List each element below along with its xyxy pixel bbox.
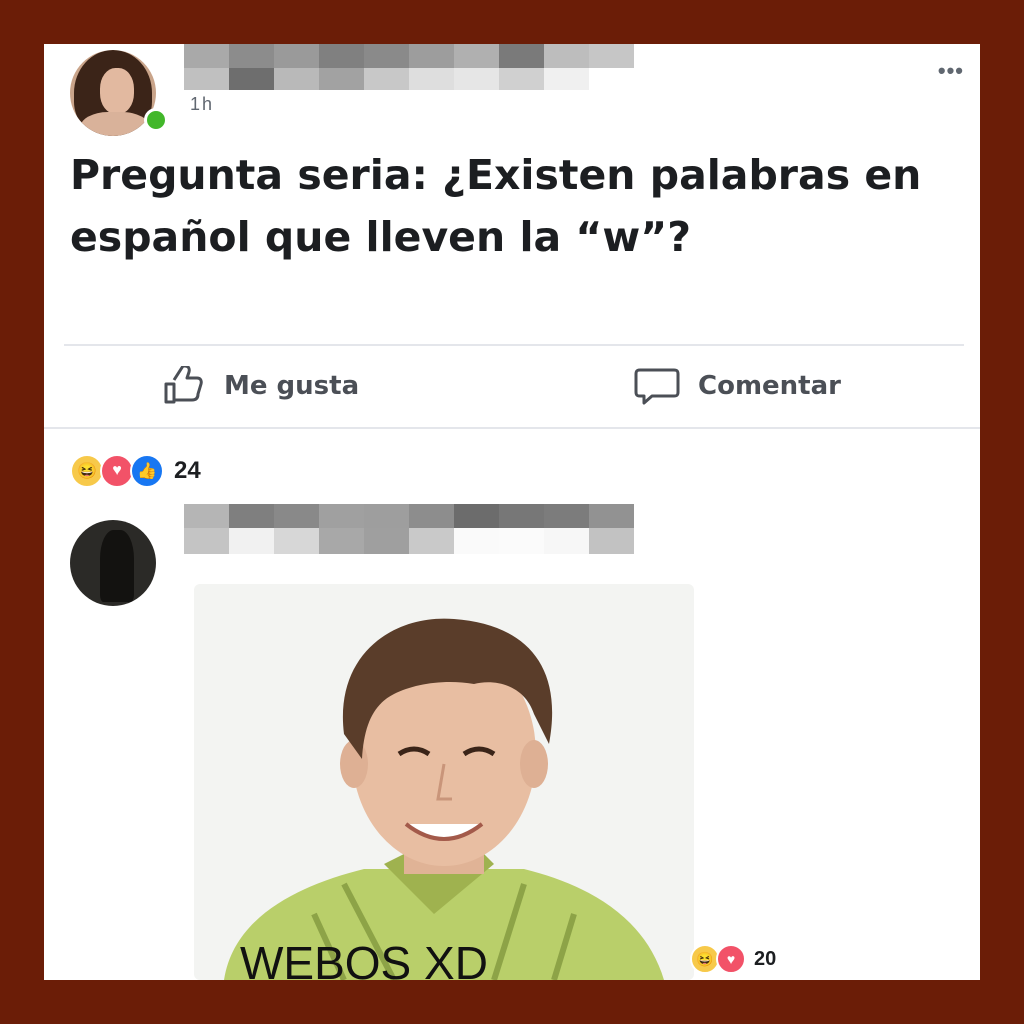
divider <box>44 427 980 429</box>
thumbs-up-icon <box>164 366 203 404</box>
more-options-icon[interactable]: ••• <box>938 58 964 84</box>
love-icon: ♥ <box>100 454 134 488</box>
author-name-pixelated[interactable] <box>184 44 634 90</box>
like-button[interactable]: Me gusta <box>162 366 359 406</box>
comment-label: Comentar <box>698 371 841 401</box>
author-avatar[interactable] <box>70 50 156 136</box>
facebook-post-card: 1h ••• Pregunta seria: ¿Existen palabras… <box>44 44 980 980</box>
comment-reaction-count: 20 <box>754 947 777 970</box>
like-label: Me gusta <box>224 371 360 401</box>
commenter-name-pixelated[interactable] <box>184 504 634 554</box>
reaction-count: 24 <box>174 457 201 484</box>
comment-button[interactable]: Comentar <box>634 366 841 406</box>
online-status-dot <box>144 108 168 132</box>
post-timestamp[interactable]: 1h <box>190 94 214 115</box>
meme-caption: WEBOS XD <box>240 937 488 980</box>
commenter-avatar[interactable] <box>70 520 156 606</box>
post-reactions[interactable]: 😆 ♥ 👍 24 <box>70 454 201 488</box>
haha-icon: 😆 <box>70 454 104 488</box>
image-frame: 1h ••• Pregunta seria: ¿Existen palabras… <box>0 0 1024 1024</box>
post-text: Pregunta seria: ¿Existen palabras en esp… <box>70 151 922 261</box>
like-icon: 👍 <box>130 454 164 488</box>
comment-bubble-icon <box>634 368 680 405</box>
meme-image[interactable]: WEBOS XD <box>194 584 694 980</box>
comment-reactions[interactable]: 😆 ♥ 20 <box>690 944 776 974</box>
love-icon: ♥ <box>716 944 746 974</box>
divider <box>64 344 964 346</box>
boy-portrait-illustration <box>224 618 664 980</box>
